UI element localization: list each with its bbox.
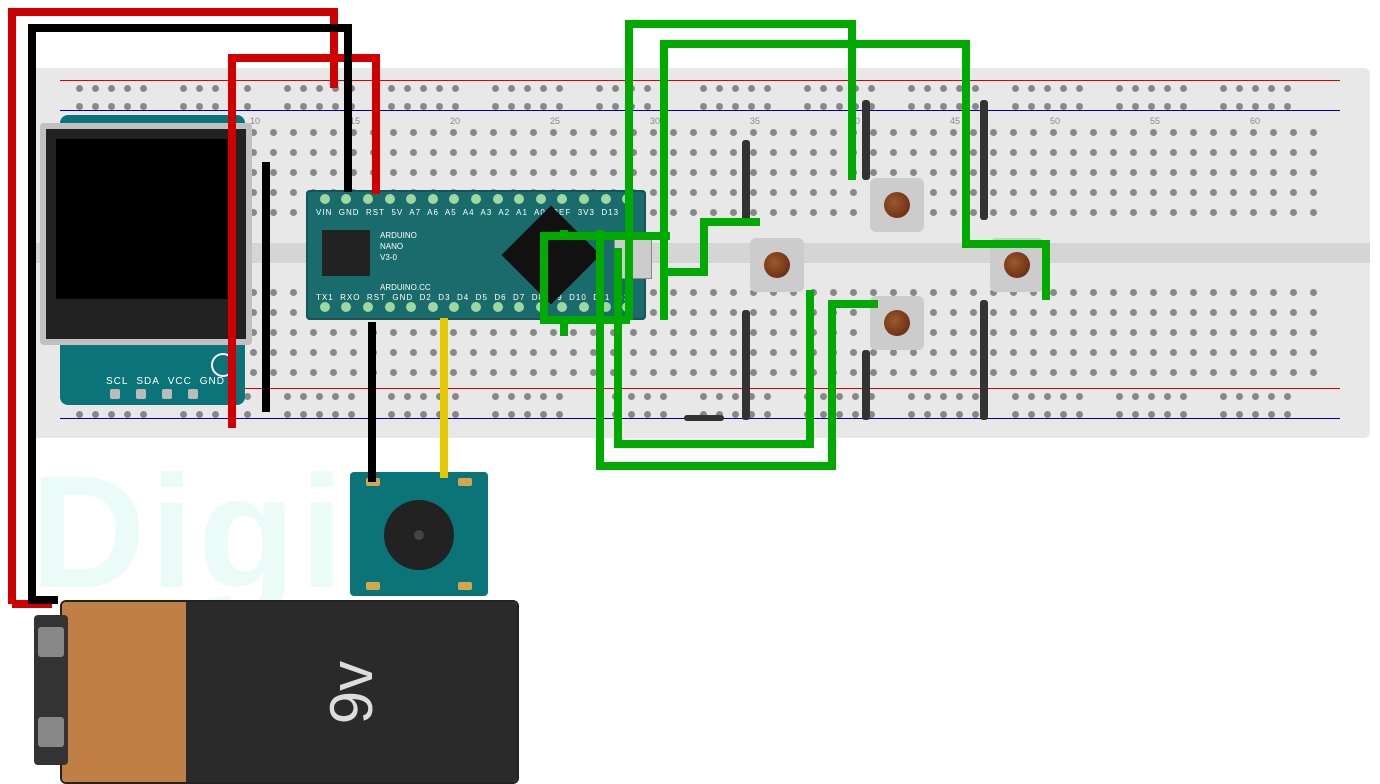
- oled-pin-labels: SCL SDA VCC GND: [106, 376, 225, 387]
- wire-red-5v-rail: [228, 58, 236, 428]
- wire-red-battery-vin: [330, 8, 338, 88]
- col-label: 60: [1250, 116, 1260, 126]
- nano-icsp-header: [322, 230, 370, 276]
- gnd-jumper: [980, 300, 988, 420]
- wire-green-btn: [828, 300, 878, 308]
- col-label: 35: [750, 116, 760, 126]
- gnd-jumper: [742, 140, 750, 220]
- nano-pin-labels-bottom: TX1 RXO RST GND D2 D3 D4 D5 D6 D7 D8 D9 …: [316, 293, 634, 302]
- oled-label-sda: SDA: [136, 376, 160, 387]
- push-button-up[interactable]: [870, 178, 924, 232]
- wire-green-btn: [596, 462, 836, 470]
- wire-green-btn: [660, 40, 970, 48]
- wire-green-btn: [806, 290, 814, 446]
- wire-green-nano-digital: [540, 316, 630, 324]
- gnd-rail-link: [684, 415, 724, 421]
- nano-board-text: ARDUINO NANO V3-0 ARDUINO.CC: [380, 230, 431, 293]
- gnd-jumper: [862, 100, 870, 180]
- wire-black-battery-lead: [28, 596, 58, 604]
- col-label: 20: [450, 116, 460, 126]
- wire-red-battery-vin: [8, 8, 338, 16]
- wire-black-buzzer-gnd: [368, 322, 376, 482]
- oled-label-scl: SCL: [106, 376, 128, 387]
- wire-red-5v: [228, 54, 378, 62]
- arduino-nano: VIN GND RST 5V A7 A6 A5 A4 A3 A2 A1 A0 R…: [306, 190, 646, 320]
- buzzer-module: [350, 472, 488, 596]
- wire-green-btn: [625, 20, 855, 28]
- wire-black-gnd: [262, 162, 270, 412]
- nano-pins-bottom: [314, 302, 638, 316]
- piezo-buzzer-icon: [384, 500, 454, 570]
- oled-label-gnd: GND: [200, 376, 225, 387]
- wire-green-nano-digital: [700, 218, 760, 226]
- wire-green-btn: [625, 20, 633, 320]
- wire-green-btn: [1042, 240, 1050, 300]
- wire-green-nano-digital: [700, 218, 708, 272]
- oled-screen: [40, 123, 252, 345]
- wire-black-battery-gnd: [344, 24, 352, 192]
- nine-volt-battery: 9v: [60, 600, 519, 784]
- gnd-jumper: [862, 350, 870, 420]
- battery-voltage-label: 9v: [317, 660, 386, 723]
- gnd-jumper: [980, 100, 988, 220]
- battery-snap-clip: [34, 615, 68, 765]
- wire-green-btn: [962, 240, 1042, 248]
- wire-yellow-buzzer-sig: [440, 318, 448, 478]
- wire-black-battery-gnd: [28, 24, 36, 604]
- col-label: 30: [650, 116, 660, 126]
- wire-green-nano-digital: [660, 268, 708, 276]
- oled-pin-header: [110, 389, 198, 399]
- oled-label-vcc: VCC: [168, 376, 192, 387]
- wire-green-btn: [596, 230, 604, 470]
- wire-green-nano-digital: [540, 232, 548, 322]
- nano-pins-top: [314, 194, 638, 208]
- wire-red-5v: [372, 54, 380, 194]
- wire-green-btn: [962, 40, 970, 240]
- push-button-down[interactable]: [870, 296, 924, 350]
- wire-green-btn: [614, 440, 814, 448]
- col-label: 45: [950, 116, 960, 126]
- wire-green-btn: [828, 304, 836, 470]
- col-label: 50: [1050, 116, 1060, 126]
- col-label: 25: [550, 116, 560, 126]
- oled-display-module: SCL SDA VCC GND: [60, 115, 245, 405]
- push-button-left[interactable]: [750, 238, 804, 292]
- wire-red-battery-vin: [8, 8, 16, 604]
- nano-pin-labels-top: VIN GND RST 5V A7 A6 A5 A4 A3 A2 A1 A0 R…: [316, 208, 619, 217]
- watermark-text: Digi: [30, 440, 348, 624]
- col-label: 55: [1150, 116, 1160, 126]
- nano-mcu-chip-icon: [502, 206, 601, 305]
- wire-black-battery-gnd: [28, 24, 348, 32]
- wire-green-btn: [614, 248, 622, 444]
- wire-green-btn: [660, 40, 668, 320]
- wire-green-nano-digital: [540, 232, 670, 240]
- gnd-jumper: [742, 310, 750, 420]
